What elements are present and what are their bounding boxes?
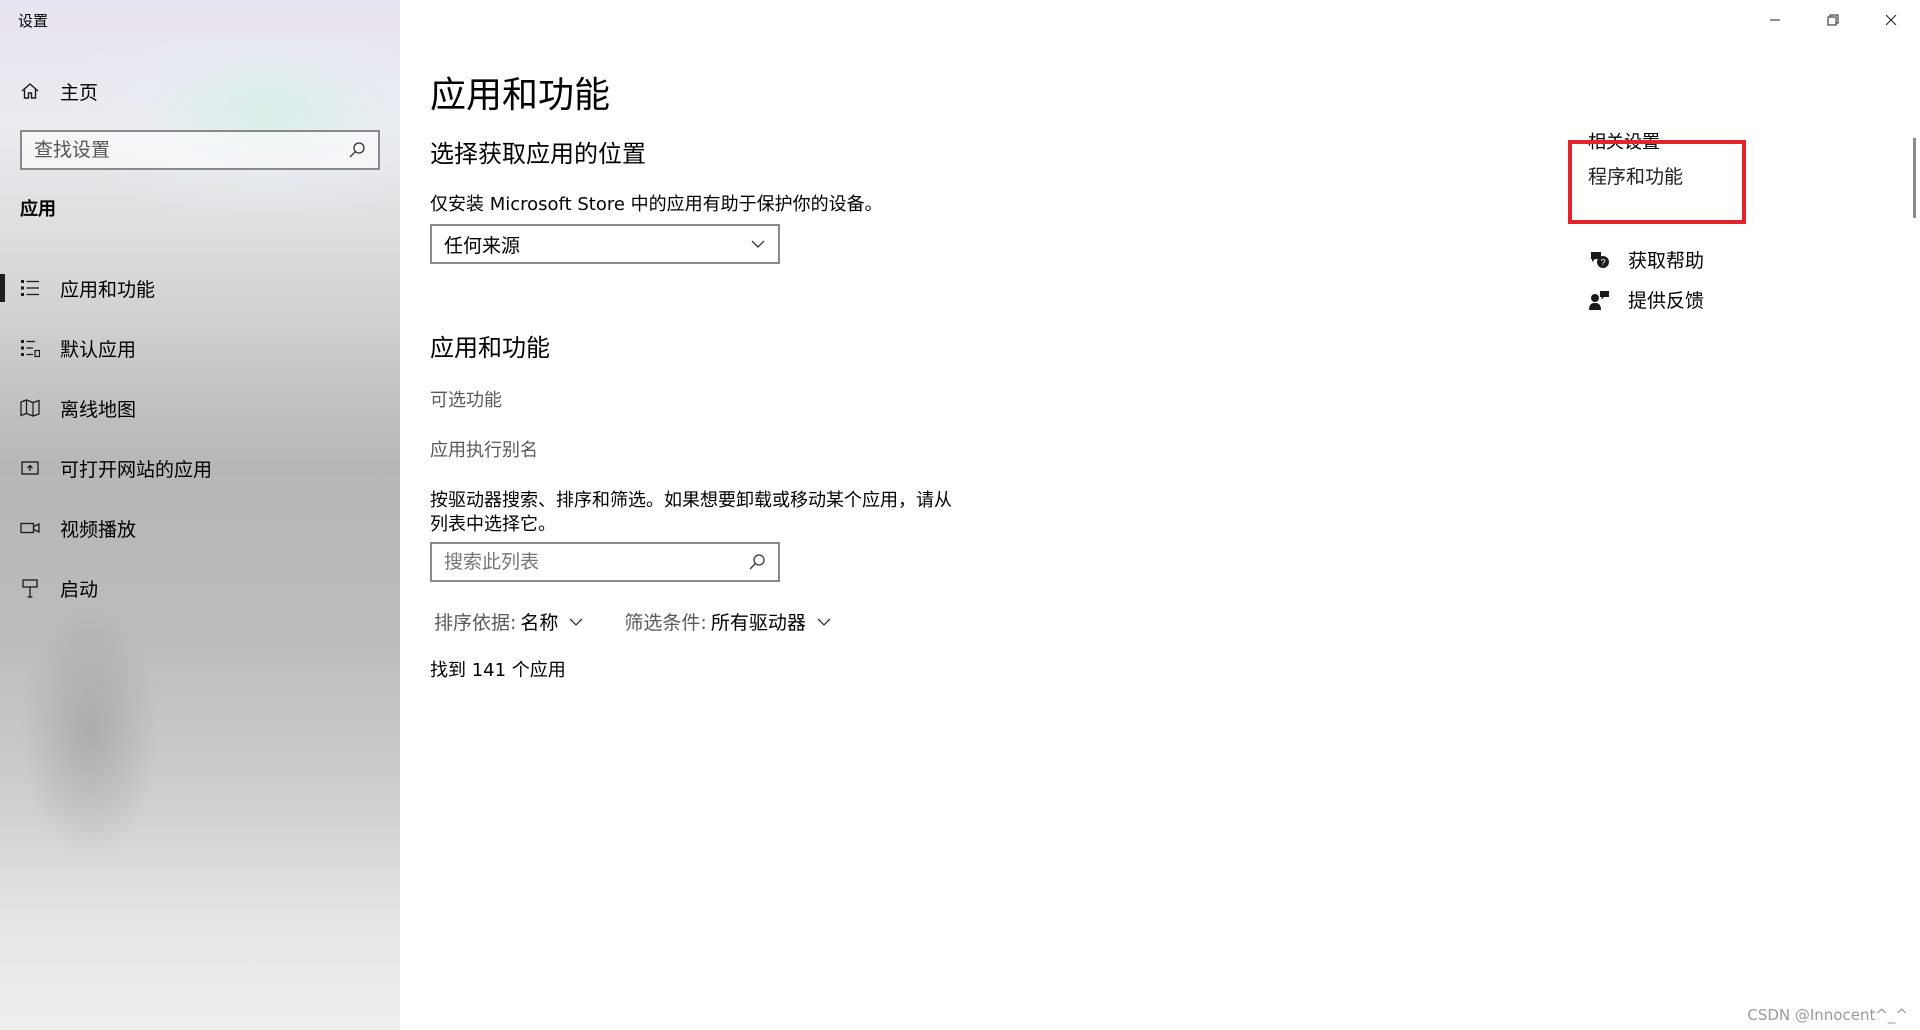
settings-search-input[interactable] <box>34 139 348 161</box>
chevron-down-icon <box>751 240 765 248</box>
sidebar-acrylic-shade <box>20 600 160 860</box>
sidebar-home[interactable]: 主页 <box>20 76 98 106</box>
get-help-link[interactable]: ? 获取帮助 <box>1588 246 1704 273</box>
page-title: 应用和功能 <box>430 75 611 116</box>
startup-icon <box>22 579 38 598</box>
app-list-search[interactable] <box>430 542 780 582</box>
chevron-down-icon[interactable] <box>568 614 584 630</box>
feedback-label: 提供反馈 <box>1628 290 1705 312</box>
scrollbar[interactable] <box>1913 138 1916 218</box>
search-description-line2: 列表中选择它。 <box>430 514 556 535</box>
sidebar-section-label: 应用 <box>20 199 56 220</box>
minimize-icon <box>1770 19 1780 21</box>
filter-label: 筛选条件: <box>624 612 707 634</box>
sidebar-item-label: 启动 <box>60 578 99 601</box>
sidebar: 设置 主页 应用 应用和功能 <box>0 0 400 1030</box>
feedback-link[interactable]: 提供反馈 <box>1588 286 1704 313</box>
list-icon <box>21 280 39 296</box>
default-apps-icon <box>21 340 40 358</box>
search-description-line1: 按驱动器搜索、排序和筛选。如果想要卸载或移动某个应用，请从 <box>430 490 952 511</box>
chat-help-icon: ? <box>1591 251 1609 268</box>
close-icon <box>1885 14 1897 26</box>
sidebar-item-offline-maps[interactable]: 离线地图 <box>0 378 400 438</box>
watermark: CSDN @Innocent^_^ <box>1747 1006 1908 1024</box>
sort-filter-row: 排序依据: 名称 筛选条件: 所有驱动器 <box>434 608 832 635</box>
sidebar-item-default-apps[interactable]: 默认应用 <box>0 318 400 378</box>
map-icon <box>20 399 40 417</box>
minimize-button[interactable] <box>1746 0 1804 40</box>
apps-heading: 应用和功能 <box>430 334 550 362</box>
sidebar-home-label: 主页 <box>60 81 99 104</box>
filter-value[interactable]: 所有驱动器 <box>711 608 806 635</box>
app-execution-alias-link[interactable]: 应用执行别名 <box>430 436 538 462</box>
sidebar-item-open-website-apps[interactable]: 可打开网站的应用 <box>0 438 400 498</box>
apps-found-count: 找到 141 个应用 <box>430 660 566 681</box>
optional-features-link[interactable]: 可选功能 <box>430 386 502 412</box>
search-icon[interactable] <box>748 553 766 571</box>
window-controls <box>1746 0 1920 40</box>
close-button[interactable] <box>1862 0 1920 40</box>
sidebar-item-label: 可打开网站的应用 <box>60 458 213 481</box>
source-heading: 选择获取应用的位置 <box>430 140 646 168</box>
get-help-label: 获取帮助 <box>1628 250 1705 272</box>
sidebar-item-apps-features[interactable]: 应用和功能 <box>0 258 400 318</box>
app-source-dropdown-value: 任何来源 <box>444 234 521 257</box>
sort-by-label: 排序依据: <box>434 612 517 634</box>
window-title: 设置 <box>18 12 49 30</box>
sidebar-item-label: 视频播放 <box>60 518 137 541</box>
app-list-search-input[interactable] <box>444 551 748 573</box>
sort-by-value[interactable]: 名称 <box>520 608 558 635</box>
sidebar-item-label: 默认应用 <box>60 338 137 361</box>
sidebar-item-label: 离线地图 <box>60 398 137 421</box>
video-icon <box>20 522 40 534</box>
source-description: 仅安装 Microsoft Store 中的应用有助于保护你的设备。 <box>430 194 883 215</box>
chevron-down-icon[interactable] <box>816 614 832 630</box>
highlight-box <box>1568 140 1746 224</box>
sidebar-item-label: 应用和功能 <box>60 278 156 301</box>
home-icon <box>21 83 39 99</box>
restore-icon <box>1827 14 1839 26</box>
main-content: 应用和功能 选择获取应用的位置 仅安装 Microsoft Store 中的应用… <box>400 0 1920 1030</box>
sidebar-nav: 应用和功能 默认应用 离线地图 可打开网站的应用 视频播放 启动 <box>0 258 400 618</box>
settings-search[interactable] <box>20 130 380 170</box>
open-website-icon <box>21 461 39 475</box>
app-source-dropdown[interactable]: 任何来源 <box>430 224 780 264</box>
restore-button[interactable] <box>1804 0 1862 40</box>
feedback-icon <box>1589 290 1609 310</box>
svg-text:?: ? <box>1600 257 1605 267</box>
search-icon[interactable] <box>348 141 366 159</box>
sidebar-item-video-playback[interactable]: 视频播放 <box>0 498 400 558</box>
sidebar-item-startup[interactable]: 启动 <box>0 558 400 618</box>
